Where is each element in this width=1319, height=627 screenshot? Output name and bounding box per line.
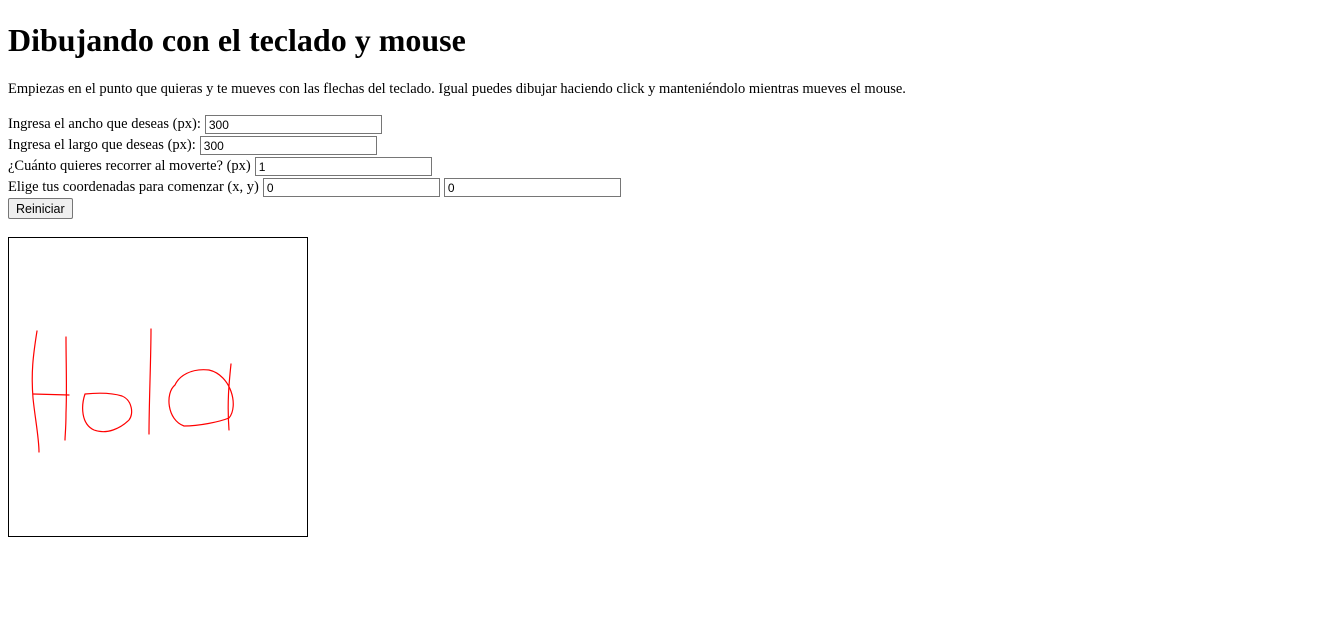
width-row: Ingresa el ancho que deseas (px): — [8, 114, 386, 135]
height-label: Ingresa el largo que deseas (px): — [8, 137, 196, 153]
width-label: Ingresa el ancho que deseas (px): — [8, 116, 201, 132]
stroke-a-stem — [227, 363, 232, 431]
stroke-a-bowl — [168, 369, 234, 427]
height-row: Ingresa el largo que deseas (px): — [8, 135, 381, 156]
stroke-h-left — [31, 330, 40, 453]
coords-label: Elige tus coordenadas para comenzar (x, … — [8, 179, 259, 195]
width-input[interactable] — [204, 115, 382, 134]
stroke-o — [82, 392, 133, 433]
instructions-text: Empiezas en el punto que quieras y te mu… — [8, 81, 906, 97]
stroke-l — [148, 328, 152, 435]
height-input[interactable] — [199, 136, 377, 155]
y-coordinate-input[interactable] — [443, 178, 621, 197]
drawing-strokes — [31, 328, 234, 453]
stroke-h-bar — [32, 393, 70, 396]
step-row: ¿Cuánto quieres recorrer al moverte? (px… — [8, 156, 436, 177]
reset-button[interactable]: Reiniciar — [8, 198, 73, 219]
stroke-h-right — [64, 336, 68, 441]
coords-row: Elige tus coordenadas para comenzar (x, … — [8, 177, 625, 198]
x-coordinate-input[interactable] — [262, 178, 440, 197]
drawing-canvas[interactable] — [8, 237, 308, 537]
step-label: ¿Cuánto quieres recorrer al moverte? (px… — [8, 158, 251, 174]
hola-drawing — [31, 328, 234, 453]
step-input[interactable] — [254, 157, 432, 176]
page-title: Dibujando con el teclado y mouse — [8, 22, 466, 58]
